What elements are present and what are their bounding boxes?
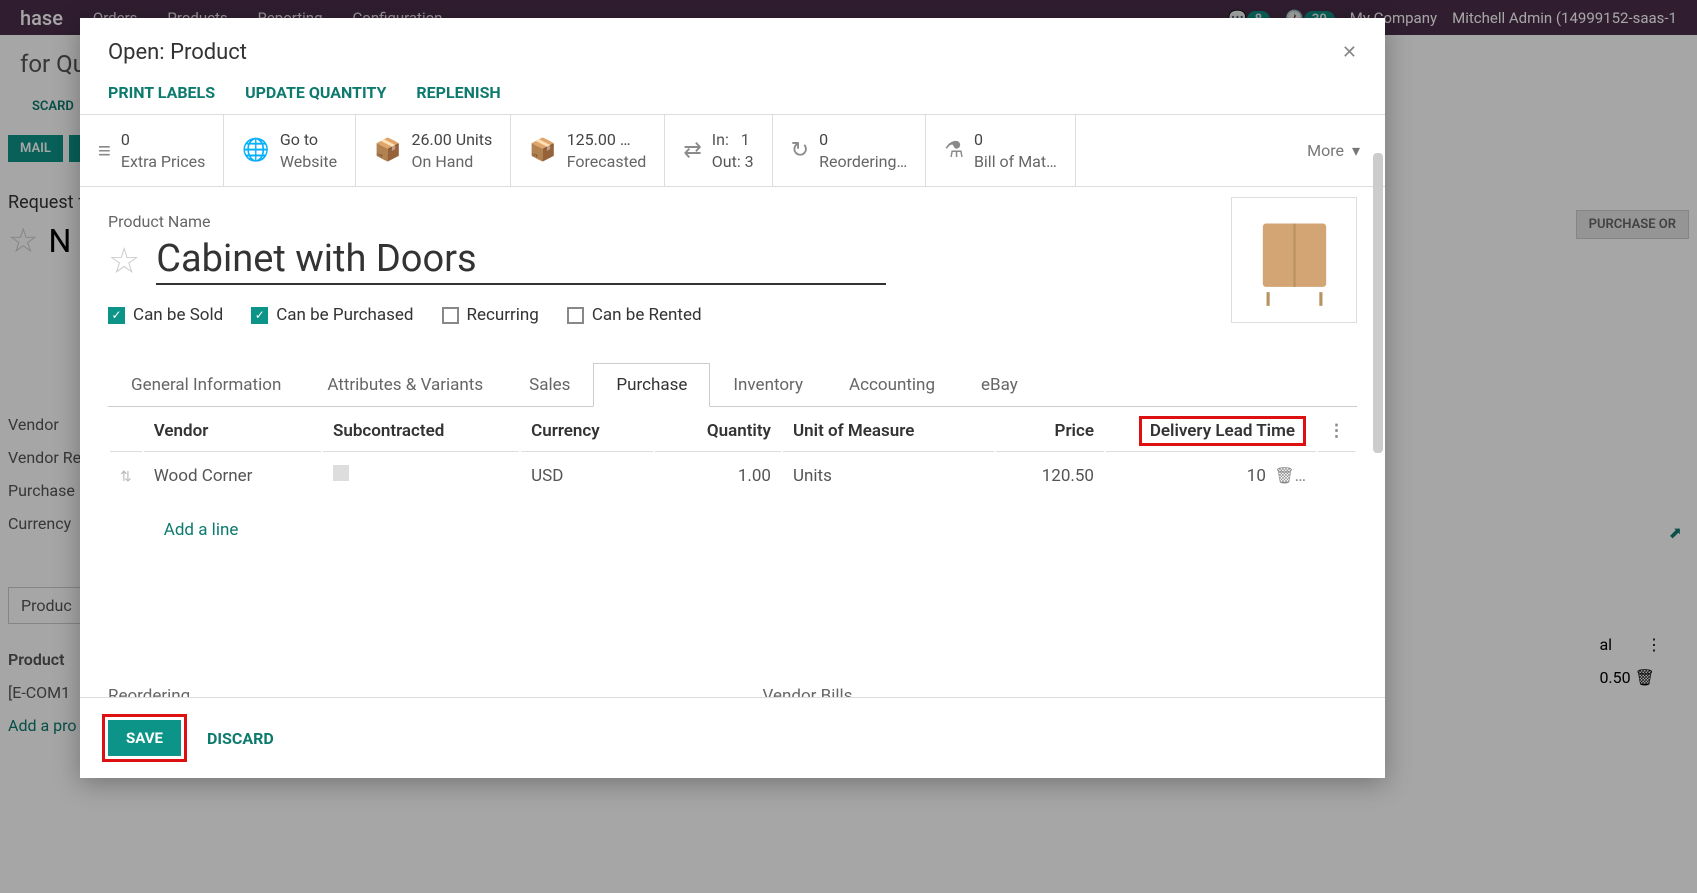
forecast-label: Forecasted	[567, 151, 647, 173]
reordering-title: Reordering	[108, 686, 703, 697]
drag-handle-icon[interactable]: ⇅	[120, 469, 132, 485]
vendor-row[interactable]: ⇅ Wood Corner USD 1.00 Units 120.50 10 🗑…	[110, 454, 1355, 497]
col-vendor: Vendor	[144, 409, 321, 452]
onhand-label: On Hand	[412, 151, 493, 173]
chevron-down-icon: ▾	[1352, 141, 1360, 160]
forecast-icon: 📦	[529, 138, 556, 163]
update-quantity-link[interactable]: UPDATE QUANTITY	[245, 83, 386, 102]
col-delivery-lead-time: Delivery Lead Time	[1139, 416, 1306, 446]
add-line-link[interactable]: Add a line	[154, 510, 249, 550]
col-subcontracted: Subcontracted	[323, 409, 519, 452]
table-options-icon[interactable]: ⋮	[1328, 421, 1345, 441]
onhand-value: 26.00 Units	[412, 129, 493, 151]
delete-row-icon[interactable]: 🗑	[1274, 466, 1294, 485]
recurring-label: Recurring	[467, 305, 539, 325]
reorder-value: 0	[819, 129, 907, 151]
product-modal: Open: Product ✕ PRINT LABELS UPDATE QUAN…	[80, 18, 1385, 778]
scrollbar[interactable]	[1373, 153, 1383, 453]
close-button[interactable]: ✕	[1342, 42, 1357, 63]
refresh-icon: ↻	[791, 138, 809, 163]
in-value: 1	[741, 130, 750, 149]
inout-stat[interactable]: ⇄ In: 1 Out: 3	[665, 115, 772, 186]
cell-quantity[interactable]: 1.00	[655, 454, 781, 497]
purchased-label: Can be Purchased	[276, 305, 413, 325]
print-labels-link[interactable]: PRINT LABELS	[108, 83, 215, 102]
extra-prices-value: 0	[121, 129, 206, 151]
more-dropdown[interactable]: More ▾	[1282, 115, 1385, 186]
out-value: 3	[745, 152, 754, 171]
can-be-sold-checkbox[interactable]: ✓Can be Sold	[108, 305, 223, 325]
product-name-label: Product Name	[108, 212, 1357, 231]
tab-attributes-variants[interactable]: Attributes & Variants	[304, 363, 506, 407]
forecast-value: 125.00 …	[567, 129, 647, 151]
forecast-stat[interactable]: 📦 125.00 …Forecasted	[511, 115, 665, 186]
product-tabs: General Information Attributes & Variant…	[108, 363, 1357, 407]
vendor-table: Vendor Subcontracted Currency Quantity U…	[108, 407, 1357, 563]
col-price: Price	[996, 409, 1104, 452]
tab-accounting[interactable]: Accounting	[826, 363, 958, 407]
bom-stat[interactable]: ⚗ 0Bill of Mat…	[926, 115, 1076, 186]
bom-label: Bill of Mat…	[974, 151, 1057, 173]
list-icon: ≡	[98, 138, 111, 164]
rented-label: Can be Rented	[592, 305, 702, 325]
flask-icon: ⚗	[944, 138, 964, 163]
col-quantity: Quantity	[655, 409, 781, 452]
cell-currency[interactable]: USD	[521, 454, 653, 497]
can-be-purchased-checkbox[interactable]: ✓Can be Purchased	[251, 305, 413, 325]
in-label: In:	[712, 130, 729, 149]
tab-inventory[interactable]: Inventory	[710, 363, 826, 407]
tab-purchase[interactable]: Purchase	[593, 363, 710, 407]
save-button[interactable]: SAVE	[108, 720, 181, 756]
out-label: Out:	[712, 152, 741, 171]
more-label: More	[1307, 141, 1344, 160]
reorder-label: Reordering…	[819, 151, 907, 173]
favorite-star-icon[interactable]: ☆	[108, 240, 140, 282]
row-more-icon: …	[1295, 466, 1306, 486]
recurring-checkbox[interactable]: Recurring	[442, 305, 539, 325]
vendor-bills-title: Vendor Bills	[763, 686, 1358, 697]
cell-uom[interactable]: Units	[783, 454, 994, 497]
cell-dlt[interactable]: 10	[1247, 466, 1266, 486]
col-currency: Currency	[521, 409, 653, 452]
website-bot: Website	[280, 151, 337, 173]
product-image[interactable]	[1231, 197, 1357, 323]
boxes-icon: 📦	[374, 138, 401, 163]
website-top: Go to	[280, 129, 337, 151]
sold-label: Can be Sold	[133, 305, 223, 325]
stat-bar: ≡ 0Extra Prices 🌐 Go toWebsite 📦 26.00 U…	[80, 115, 1385, 187]
reordering-stat[interactable]: ↻ 0Reordering…	[773, 115, 927, 186]
transfer-icon: ⇄	[683, 138, 701, 163]
globe-icon: 🌐	[242, 138, 269, 163]
discard-button[interactable]: DISCARD	[207, 729, 274, 748]
subcontracted-checkbox[interactable]	[333, 465, 349, 481]
bom-value: 0	[974, 129, 1057, 151]
website-stat[interactable]: 🌐 Go toWebsite	[224, 115, 356, 186]
can-be-rented-checkbox[interactable]: Can be Rented	[567, 305, 702, 325]
modal-title: Open: Product	[108, 40, 247, 65]
col-uom: Unit of Measure	[783, 409, 994, 452]
tab-general-information[interactable]: General Information	[108, 363, 304, 407]
replenish-link[interactable]: REPLENISH	[416, 83, 500, 102]
product-name-input[interactable]	[156, 237, 886, 285]
tab-ebay[interactable]: eBay	[958, 363, 1041, 407]
tab-sales[interactable]: Sales	[506, 363, 593, 407]
cell-price[interactable]: 120.50	[996, 454, 1104, 497]
onhand-stat[interactable]: 📦 26.00 UnitsOn Hand	[356, 115, 511, 186]
extra-prices-label: Extra Prices	[121, 151, 206, 173]
extra-prices-stat[interactable]: ≡ 0Extra Prices	[80, 115, 224, 186]
cell-vendor[interactable]: Wood Corner	[144, 454, 321, 497]
